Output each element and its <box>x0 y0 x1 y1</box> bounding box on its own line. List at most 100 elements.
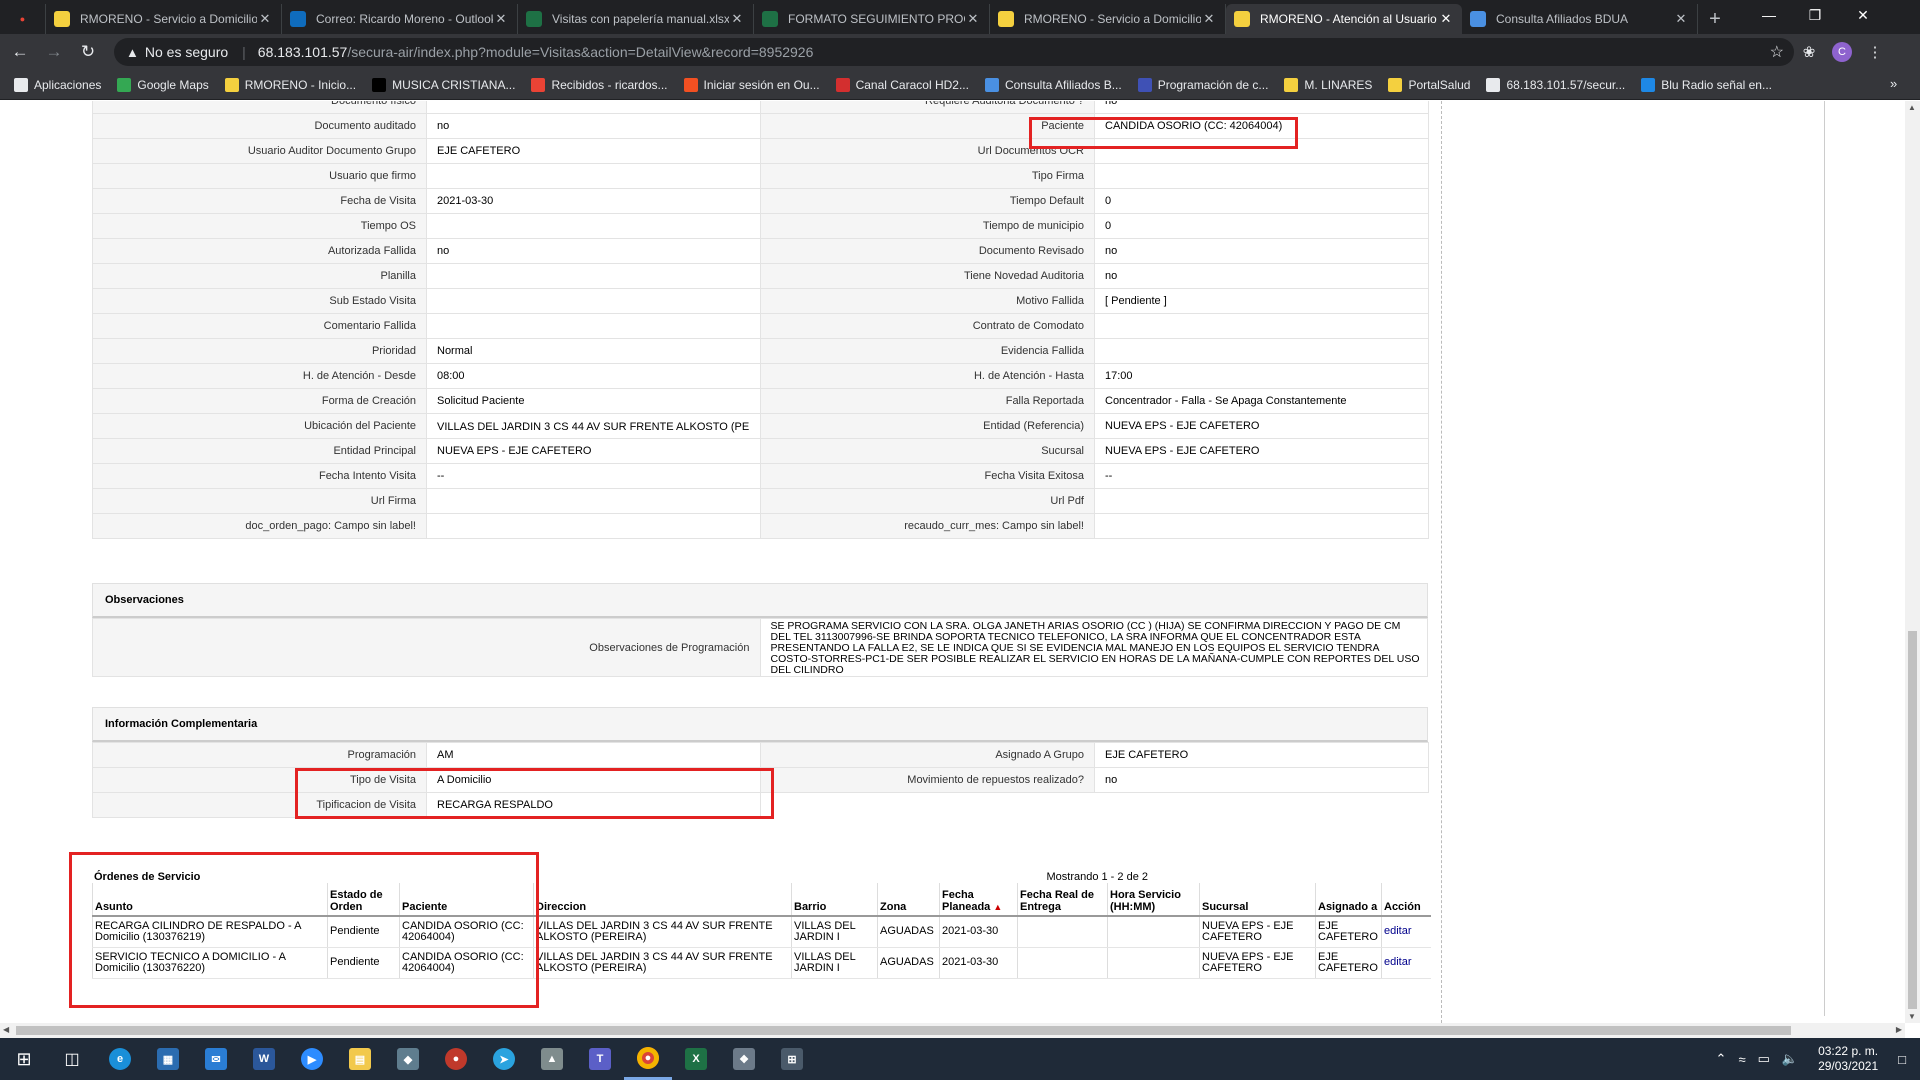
bookmark-item[interactable]: RMORENO - Inicio... <box>224 77 356 92</box>
bookmark-item[interactable]: M. LINARES <box>1284 77 1372 92</box>
column-header[interactable]: Zona <box>877 883 940 917</box>
column-header[interactable]: Barrio <box>791 883 878 917</box>
edit-link[interactable]: editar <box>1384 956 1412 968</box>
telegram-icon[interactable]: ➤ <box>480 1038 528 1080</box>
column-header[interactable]: Paciente <box>399 883 534 917</box>
column-header[interactable]: Hora Servicio (HH:MM) <box>1107 883 1200 917</box>
column-header-label: Hora Servicio (HH:MM) <box>1110 889 1181 913</box>
chevron-up-icon[interactable]: ⌃ <box>1716 1051 1727 1067</box>
bookmark-item[interactable]: Iniciar sesión en Ou... <box>683 77 820 92</box>
reload-button[interactable]: ↻ <box>74 38 102 66</box>
tab-close-icon[interactable]: ✕ <box>257 11 273 27</box>
column-header[interactable]: Acción <box>1381 883 1431 917</box>
zoom-icon[interactable]: ▶ <box>288 1038 336 1080</box>
vertical-scrollbar[interactable]: ▲ ▼ <box>1905 101 1920 1023</box>
tab-close-icon[interactable]: ✕ <box>965 11 981 27</box>
network-icon[interactable]: ≈ <box>1738 1052 1745 1067</box>
bookmarks-overflow-icon[interactable]: » <box>1890 76 1897 91</box>
forward-button[interactable]: → <box>40 38 68 66</box>
notifications-icon[interactable]: □ <box>1898 1052 1906 1067</box>
tab-close-icon[interactable]: ✕ <box>1438 11 1454 27</box>
calculator-icon[interactable]: ⊞ <box>768 1038 816 1080</box>
bookmark-item[interactable]: PortalSalud <box>1388 77 1470 92</box>
tab-title: RMORENO - Servicio a Domicilio <box>1024 12 1201 26</box>
tab-favicon-icon <box>1234 11 1250 27</box>
bookmark-item[interactable]: Aplicaciones <box>14 77 101 92</box>
field-label: Planilla <box>92 263 427 289</box>
vertical-scroll-thumb[interactable] <box>1908 631 1917 1009</box>
mail-icon[interactable]: ✉ <box>192 1038 240 1080</box>
browser-tab[interactable]: Consulta Afiliados BDUA ✕ <box>1462 4 1698 34</box>
browser-tab[interactable]: Visitas con papelería manual.xlsx ✕ <box>518 4 754 34</box>
teams-icon[interactable]: T <box>576 1038 624 1080</box>
column-header[interactable]: Asignado a <box>1315 883 1382 917</box>
cell-barrio: VILLAS DEL JARDIN I <box>791 947 878 979</box>
sort-asc-icon[interactable]: ▲ <box>993 902 1002 912</box>
tab-close-icon[interactable]: ✕ <box>1201 11 1217 27</box>
column-header[interactable]: Estado de Orden <box>327 883 400 917</box>
minimize-button[interactable]: — <box>1746 0 1792 30</box>
extensions-puzzle-icon[interactable]: ❀ <box>1794 43 1824 61</box>
column-header[interactable]: Fecha Planeada ▲ <box>939 883 1018 917</box>
warning-icon[interactable]: ▲ <box>126 45 139 60</box>
field-value: Normal <box>426 338 761 364</box>
new-tab-button[interactable]: + <box>1698 4 1732 34</box>
profile-avatar[interactable]: C <box>1832 42 1852 62</box>
bookmark-item[interactable]: MUSICA CRISTIANA... <box>372 77 515 92</box>
column-header[interactable]: Asunto <box>92 883 328 917</box>
app-icon[interactable]: ◆ <box>384 1038 432 1080</box>
excel-icon[interactable]: X <box>672 1038 720 1080</box>
start-windows-icon[interactable]: ⊞ <box>0 1038 48 1080</box>
bookmark-item[interactable]: Canal Caracol HD2... <box>835 77 969 92</box>
word-icon[interactable]: W <box>240 1038 288 1080</box>
bookmark-item[interactable]: Google Maps <box>117 77 209 92</box>
menu-kebab-icon[interactable]: ⋮ <box>1860 43 1890 61</box>
bookmark-star-icon[interactable]: ☆ <box>1770 42 1784 62</box>
maps-pinned-tab[interactable]: ● <box>0 4 46 34</box>
display-icon[interactable]: ▭ <box>1758 1051 1770 1067</box>
music-icon <box>372 77 387 92</box>
horizontal-scroll-thumb[interactable] <box>16 1026 1791 1035</box>
edit-link[interactable]: editar <box>1384 925 1412 937</box>
tab-close-icon[interactable]: ✕ <box>729 11 745 27</box>
column-header[interactable]: Sucursal <box>1199 883 1316 917</box>
file-explorer-icon[interactable]: ▤ <box>336 1038 384 1080</box>
field-value: -- <box>1094 463 1429 489</box>
back-button[interactable]: ← <box>6 38 34 66</box>
browser-tab[interactable]: RMORENO - Atención al Usuario ✕ <box>1226 4 1462 34</box>
bookmark-item[interactable]: 68.183.101.57/secur... <box>1486 77 1625 92</box>
tab-favicon-icon <box>762 11 778 27</box>
bookmark-item[interactable]: Blu Radio señal en... <box>1641 77 1772 92</box>
detail-row: Ubicación del Paciente VILLAS DEL JARDIN … <box>92 413 1429 439</box>
volume-icon[interactable]: 🔈 <box>1782 1051 1798 1067</box>
column-header[interactable]: Fecha Real de Entrega <box>1017 883 1108 917</box>
clock[interactable]: 03:22 p. m. 29/03/2021 <box>1818 1044 1878 1074</box>
browser-tab[interactable]: Correo: Ricardo Moreno - Outlook ✕ <box>282 4 518 34</box>
field-label: Fecha Intento Visita <box>92 463 427 489</box>
app-icon[interactable]: ▲ <box>528 1038 576 1080</box>
security-status[interactable]: No es seguro <box>145 44 228 60</box>
chrome-icon[interactable]: ● <box>624 1038 672 1080</box>
field-label: Sucursal <box>760 438 1095 464</box>
tab-close-icon[interactable]: ✕ <box>1673 11 1689 27</box>
browser-tab[interactable]: RMORENO - Servicio a Domicilio ✕ <box>990 4 1226 34</box>
horizontal-scrollbar[interactable]: ◀ ▶ <box>0 1023 1905 1038</box>
field-value <box>426 313 761 339</box>
browser-tab[interactable]: FORMATO SEGUIMIENTO PROGRAMACIÓN✕ <box>754 4 990 34</box>
field-value: no <box>426 238 761 264</box>
tab-close-icon[interactable]: ✕ <box>493 11 509 27</box>
paint-icon[interactable]: ● <box>432 1038 480 1080</box>
app-icon[interactable]: ❖ <box>720 1038 768 1080</box>
browser-tab[interactable]: RMORENO - Servicio a Domicilio ✕ <box>46 4 282 34</box>
restore-button[interactable]: ❐ <box>1792 0 1838 30</box>
bookmark-item[interactable]: Programación de c... <box>1137 77 1268 92</box>
bookmark-item[interactable]: Consulta Afiliados B... <box>984 77 1122 92</box>
edge-icon[interactable]: e <box>96 1038 144 1080</box>
address-bar[interactable]: ▲ No es seguro | 68.183.101.57 /secura-a… <box>114 38 1794 66</box>
column-header[interactable]: Direccion <box>533 883 792 917</box>
close-window-button[interactable]: ✕ <box>1840 0 1886 30</box>
store-icon[interactable]: ▦ <box>144 1038 192 1080</box>
tab-title: RMORENO - Atención al Usuario <box>1260 12 1437 26</box>
bookmark-item[interactable]: Recibidos - ricardos... <box>531 77 668 92</box>
task-view-icon[interactable]: ◫ <box>48 1038 96 1080</box>
